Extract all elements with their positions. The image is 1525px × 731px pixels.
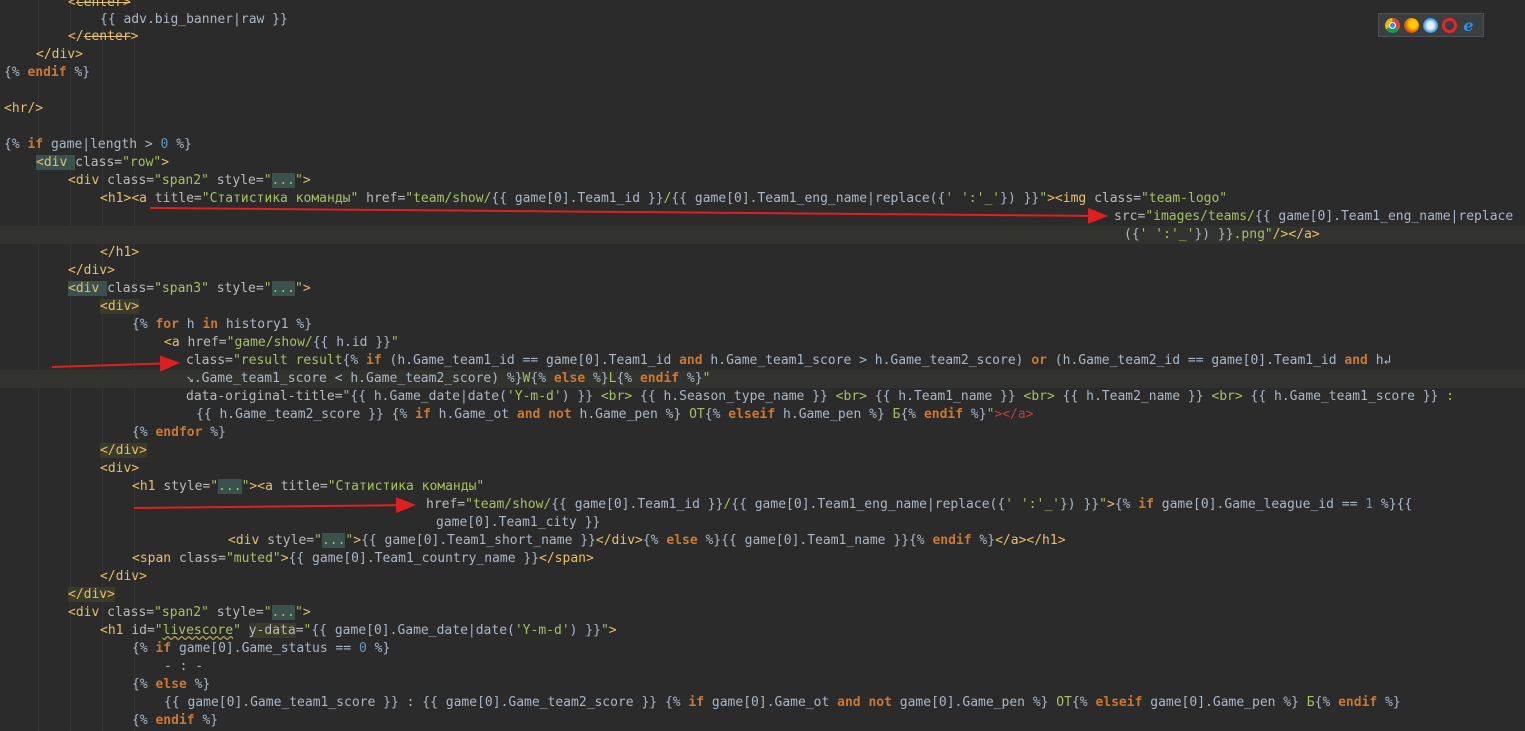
code-line: </div> [100, 443, 147, 458]
code-line: </center> [68, 29, 139, 44]
ie-icon[interactable]: e [1461, 17, 1476, 33]
code-line: {% if game|length > 0 %} [4, 137, 192, 152]
code-line: <h1><a title="Статистика команды" href="… [100, 191, 1228, 206]
code-line: {{ adv.big_banner|raw }} [100, 12, 288, 27]
code-line: {% endif %} [132, 713, 219, 728]
code-line: </h1> [100, 245, 140, 260]
code-line: <h1 id="livescore" y-data="{{ game[0].Ga… [100, 623, 617, 638]
code-line: {% if game[0].Game_status == 0 %} [132, 641, 391, 656]
code-line: src="images/teams/{{ game[0].Team1_eng_n… [1114, 209, 1514, 224]
code-line: {{ h.Game_team2_score }} {% if h.Game_ot… [196, 407, 1034, 422]
code-line: <hr/> [4, 101, 44, 116]
code-line: <span class="muted">{{ game[0].Team1_cou… [132, 551, 594, 566]
code-line: <div class="span2" style="..."> [68, 605, 311, 620]
code-line: - : - [164, 659, 204, 674]
code-line: class="result result{% if (h.Game_team1_… [186, 353, 1392, 368]
code-line: <h1 style="..."><a title="Статистика ком… [132, 479, 485, 494]
code-line: <div class="span2" style="..."> [68, 173, 311, 188]
code-line: <div> [100, 461, 140, 476]
code-line: </div> [100, 569, 147, 584]
code-line: data-original-title="{{ h.Game_date|date… [186, 389, 1455, 404]
code-line: game[0].Team1_city }} [436, 515, 601, 530]
code-line: {% else %} [132, 677, 211, 692]
code-line: ↘.Game_team1_score < h.Game_team2_score)… [0, 370, 1525, 388]
firefox-icon[interactable] [1404, 17, 1419, 33]
code-line-current: ({' ':'_'}) }}.png"/></a> [0, 226, 1525, 244]
browser-preview-toolbar: e [1378, 13, 1484, 37]
code-line: {% endif %} [4, 65, 91, 80]
code-editor[interactable]: <center> {{ adv.big_banner|raw }} </cent… [0, 0, 1525, 731]
code-line: <div class="span3" style="..."> [68, 281, 311, 296]
code-line: <div style="...">{{ game[0].Team1_short_… [228, 533, 1066, 548]
opera-icon[interactable] [1442, 17, 1457, 33]
code-line: <a href="game/show/{{ h.id }}" [164, 335, 399, 350]
code-line: </div> [68, 587, 115, 602]
code-line: </div> [36, 47, 83, 62]
safari-icon[interactable] [1423, 17, 1438, 33]
code-line: <div class="row"> [36, 155, 170, 170]
code-line: {{ game[0].Game_team1_score }} : {{ game… [164, 695, 1401, 710]
code-line: </div> [68, 263, 115, 278]
code-line: {% for h in history1 %} [132, 317, 313, 332]
chrome-icon[interactable] [1385, 17, 1400, 33]
code-line: href="team/show/{{ game[0].Team1_id }}/{… [426, 497, 1413, 512]
code-line: <div> [100, 299, 140, 314]
code-line: {% endfor %} [132, 425, 226, 440]
